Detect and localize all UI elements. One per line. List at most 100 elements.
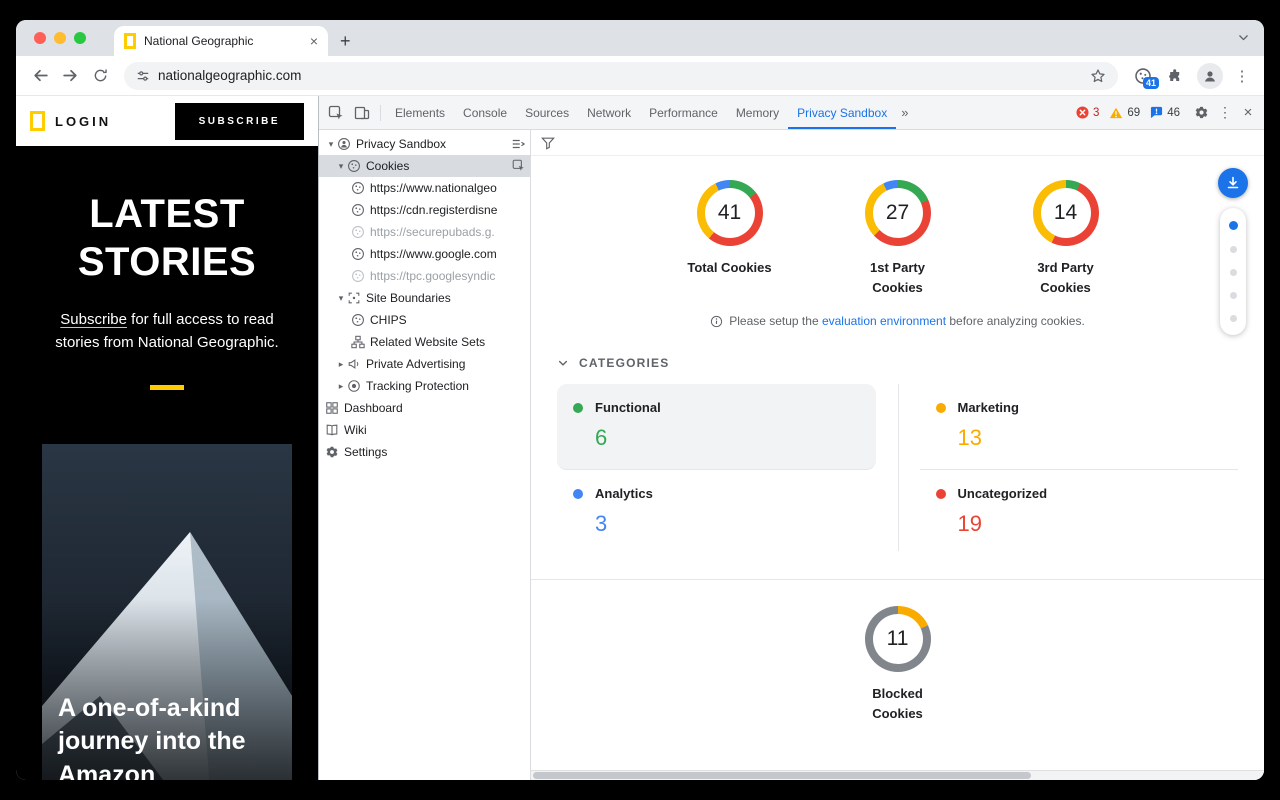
tree-item-cookie-origin[interactable]: https://securepubads.g. — [319, 221, 530, 243]
devtools-tab-privacy-sandbox[interactable]: Privacy Sandbox — [788, 96, 896, 129]
devtools-panel: Elements Console Sources Network Perform… — [318, 96, 1264, 780]
tree-label: Related Website Sets — [370, 335, 485, 349]
devtools-tab-sources[interactable]: Sources — [516, 96, 578, 129]
hero-headline: LATEST STORIES — [52, 190, 282, 286]
cookie-icon — [351, 313, 365, 327]
devtools-menu-button[interactable]: ⋮ — [1214, 104, 1236, 121]
filter-button[interactable] — [541, 136, 555, 150]
horizontal-scrollbar[interactable] — [531, 770, 1264, 780]
reload-button[interactable] — [86, 62, 114, 90]
category-name: Uncategorized — [958, 486, 1048, 501]
tree-label: Settings — [344, 445, 387, 459]
back-button[interactable] — [26, 62, 54, 90]
tree-label: Cookies — [366, 159, 409, 173]
devtools-settings-button[interactable] — [1188, 100, 1214, 126]
tracking-protection-icon — [347, 379, 361, 393]
device-toolbar-button[interactable] — [349, 100, 375, 126]
new-tab-button[interactable]: + — [340, 32, 351, 50]
arrow-left-icon — [32, 67, 49, 84]
natgeo-logo[interactable] — [30, 111, 45, 131]
traffic-lights — [34, 32, 86, 44]
scrollbar-thumb[interactable] — [533, 772, 1031, 779]
login-button[interactable]: LOGIN — [55, 114, 111, 129]
category-card-analytics[interactable]: Analytics 3 — [557, 470, 876, 555]
expander-icon[interactable]: ▾ — [335, 161, 347, 172]
expander-icon[interactable]: ▸ — [335, 359, 347, 370]
cookie-extension-button[interactable]: 41 — [1128, 62, 1158, 90]
category-card-functional[interactable]: Functional 6 — [557, 384, 876, 470]
tree-item-privacy-sandbox[interactable]: ▾ Privacy Sandbox — [319, 133, 530, 155]
tree-item-cookie-origin[interactable]: https://cdn.registerdisne — [319, 199, 530, 221]
tree-item-tracking-protection[interactable]: ▸ Tracking Protection — [319, 375, 530, 397]
traffic-light-zoom-button[interactable] — [74, 32, 86, 44]
section-dot[interactable] — [1230, 292, 1237, 299]
tree-item-cookies[interactable]: ▾ Cookies — [319, 155, 530, 177]
tree-item-cookie-origin[interactable]: https://www.google.com — [319, 243, 530, 265]
section-dot[interactable] — [1229, 221, 1238, 230]
download-report-button[interactable] — [1218, 168, 1248, 198]
donut-label: Blocked Cookies — [855, 684, 941, 724]
site-settings-icon[interactable] — [136, 69, 150, 83]
devtools-close-button[interactable]: × — [1236, 104, 1260, 121]
devtools-tab-memory[interactable]: Memory — [727, 96, 788, 129]
extensions-puzzle-button[interactable] — [1160, 62, 1190, 90]
section-dot[interactable] — [1230, 269, 1237, 276]
tab-search-button[interactable] — [1237, 31, 1250, 49]
tree-item-cookie-origin[interactable]: https://www.nationalgeo — [319, 177, 530, 199]
panel-content: 41 Total Cookies 27 1st Party Cookies — [531, 156, 1264, 780]
evaluation-environment-link[interactable]: evaluation environment — [822, 314, 946, 328]
expander-icon[interactable]: ▾ — [335, 293, 347, 304]
categories-grid: Functional 6 Marketing 13 Analytics 3 — [557, 384, 1238, 555]
browser-tab[interactable]: National Geographic × — [114, 26, 328, 56]
subscribe-button[interactable]: SUBSCRIBE — [175, 103, 304, 140]
tab-close-icon[interactable]: × — [310, 34, 318, 48]
issues-count: 46 — [1167, 107, 1180, 119]
traffic-light-close-button[interactable] — [34, 32, 46, 44]
devtools-tab-performance[interactable]: Performance — [640, 96, 727, 129]
tree-label: CHIPS — [370, 313, 407, 327]
tab-strip: National Geographic × + — [16, 20, 1264, 56]
chevron-down-icon[interactable] — [557, 357, 569, 369]
tree-item-settings[interactable]: Settings — [319, 441, 530, 463]
more-tabs-button[interactable]: » — [896, 105, 913, 120]
devtools-tab-elements[interactable]: Elements — [386, 96, 454, 129]
errors-badge[interactable]: 3 — [1076, 106, 1099, 119]
category-card-uncategorized[interactable]: Uncategorized 19 — [920, 470, 1239, 555]
tree-item-chips[interactable]: CHIPS — [319, 309, 530, 331]
issues-badge[interactable]: 46 — [1150, 106, 1180, 119]
tree-item-site-boundaries[interactable]: ▾ Site Boundaries — [319, 287, 530, 309]
donut-total-cookies: 41 Total Cookies — [674, 180, 786, 298]
categories-header[interactable]: CATEGORIES — [531, 342, 1264, 380]
story-card[interactable]: A one-of-a-kind journey into the Amazon — [42, 444, 292, 781]
expander-icon[interactable]: ▸ — [335, 381, 347, 392]
tree-item-private-advertising[interactable]: ▸ Private Advertising — [319, 353, 530, 375]
bookmark-star-icon[interactable] — [1090, 68, 1106, 84]
tree-item-wiki[interactable]: Wiki — [319, 419, 530, 441]
warnings-badge[interactable]: 69 — [1109, 107, 1140, 119]
tree-item-dashboard[interactable]: Dashboard — [319, 397, 530, 419]
devtools-tab-network[interactable]: Network — [578, 96, 640, 129]
subscribe-link[interactable]: Subscribe — [60, 311, 127, 328]
donut-ring: 41 — [697, 180, 763, 246]
profile-avatar[interactable] — [1197, 63, 1223, 89]
url-text[interactable]: nationalgeographic.com — [158, 68, 301, 83]
section-dot[interactable] — [1230, 246, 1237, 253]
category-card-marketing[interactable]: Marketing 13 — [920, 384, 1239, 470]
inspect-cookies-button[interactable] — [512, 159, 525, 172]
tree-label: Tracking Protection — [366, 379, 469, 393]
inspect-element-button[interactable] — [323, 100, 349, 126]
devtools-tab-console[interactable]: Console — [454, 96, 516, 129]
sidebar-collapse-button[interactable] — [511, 137, 525, 151]
browser-menu-button[interactable]: ⋮ — [1230, 67, 1254, 85]
section-dot[interactable] — [1230, 315, 1237, 322]
traffic-light-minimize-button[interactable] — [54, 32, 66, 44]
category-value: 6 — [595, 425, 860, 451]
tree-item-related-website-sets[interactable]: Related Website Sets — [319, 331, 530, 353]
tree-item-cookie-origin[interactable]: https://tpc.googlesyndic — [319, 265, 530, 287]
blocked-section: 11 Blocked Cookies — [531, 580, 1264, 724]
tree-label: Privacy Sandbox — [356, 137, 446, 151]
url-bar[interactable]: nationalgeographic.com — [124, 62, 1118, 90]
expander-icon[interactable]: ▾ — [325, 139, 337, 150]
window-content: LOGIN SUBSCRIBE LATEST STORIES Subscribe… — [16, 96, 1264, 780]
forward-button[interactable] — [56, 62, 84, 90]
